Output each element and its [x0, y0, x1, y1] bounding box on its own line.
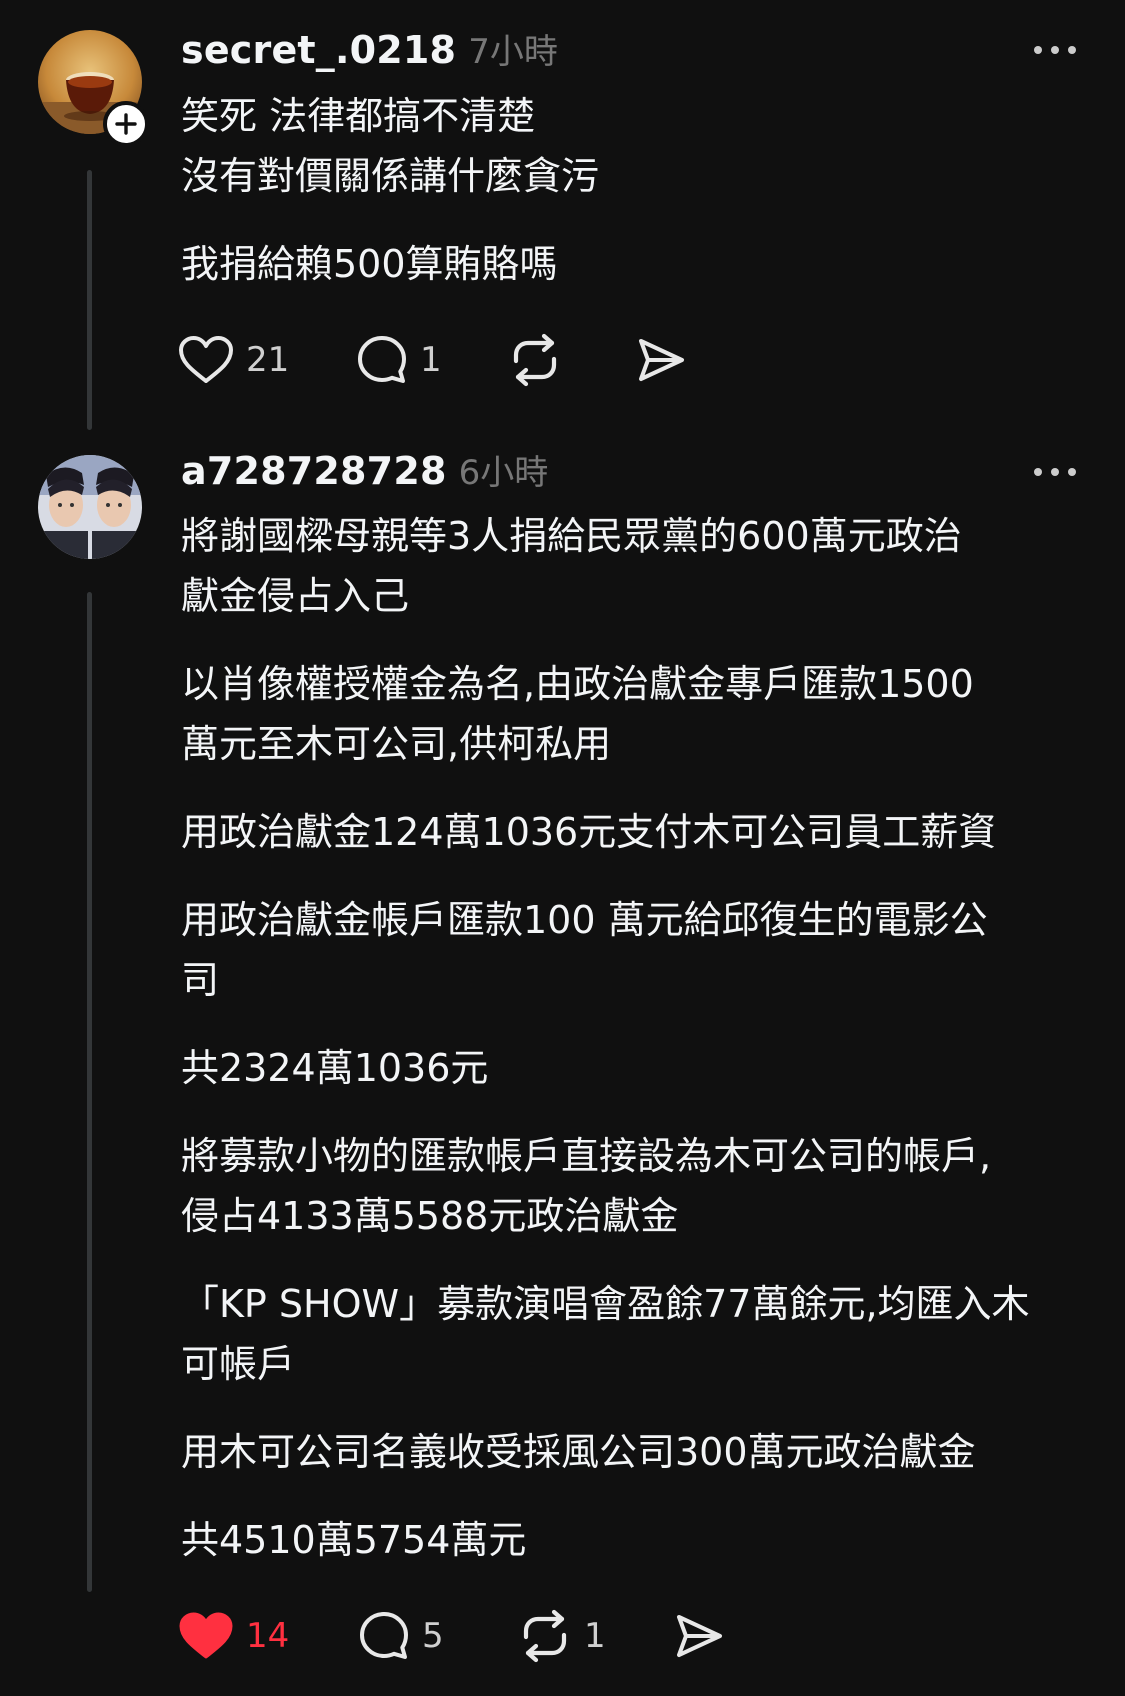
dot — [1068, 46, 1076, 54]
thread-connector-line — [87, 170, 92, 430]
plus-icon — [115, 113, 137, 135]
reply-button[interactable]: 5 — [358, 1606, 444, 1666]
post-body: 笑死 法律都搞不清楚 沒有對價關係講什麼貪污 我捐給賴500算賄賂嗎 — [181, 86, 1081, 294]
share-button[interactable] — [636, 330, 686, 390]
share-button[interactable] — [674, 1606, 724, 1666]
thread-connector-line — [87, 592, 92, 1592]
repost-icon — [513, 333, 557, 387]
dot — [1051, 46, 1059, 54]
like-button[interactable]: 14 — [178, 1606, 289, 1666]
comment-icon — [360, 1612, 408, 1659]
dot — [1034, 46, 1042, 54]
post-paragraph: 用政治獻金帳戶匯款100 萬元給邱復生的電影公 司 — [181, 898, 988, 1002]
like-count: 21 — [246, 340, 290, 380]
thread-post: secret_.0218 7小時 笑死 法律都搞不清楚 沒有對價關係講什麼貪污 … — [0, 0, 1125, 440]
timestamp: 7小時 — [468, 32, 558, 72]
comment-icon — [358, 336, 406, 383]
post-paragraph: 用木可公司名義收受採風公司300萬元政治獻金 — [181, 1430, 976, 1474]
post-paragraph: 將謝國樑母親等3人捐給民眾黨的600萬元政治 獻金侵占入己 — [181, 514, 962, 618]
like-count: 14 — [246, 1616, 290, 1656]
more-options-button[interactable] — [1034, 465, 1076, 479]
post-body: 將謝國樑母親等3人捐給民眾黨的600萬元政治 獻金侵占入己 以肖像權授權金為名,… — [181, 506, 1081, 1570]
post-paragraph: 笑死 法律都搞不清楚 沒有對價關係講什麼貪污 — [181, 94, 600, 198]
post-paragraph: 共2324萬1036元 — [181, 1046, 489, 1090]
thread-post: a728728728 6小時 將謝國樑母親等3人捐給民眾黨的600萬元政治 獻金… — [0, 440, 1125, 1696]
dot — [1034, 468, 1042, 476]
repost-count: 1 — [584, 1616, 606, 1656]
repost-icon — [523, 1609, 567, 1663]
repost-button[interactable]: 1 — [518, 1606, 606, 1666]
like-button[interactable]: 21 — [178, 330, 289, 390]
more-options-button[interactable] — [1034, 43, 1076, 57]
timestamp: 6小時 — [458, 453, 549, 493]
avatar[interactable] — [38, 455, 142, 559]
post-paragraph: 共4510萬5754萬元 — [181, 1518, 527, 1562]
heart-filled-icon — [179, 1612, 233, 1659]
post-header: secret_.0218 7小時 — [181, 24, 558, 73]
send-icon — [677, 1615, 722, 1657]
send-icon — [639, 339, 684, 381]
mirrored-portrait-avatar-icon — [38, 455, 142, 559]
username[interactable]: secret_.0218 — [181, 28, 456, 72]
follow-button[interactable] — [103, 101, 149, 147]
reply-button[interactable]: 1 — [356, 330, 442, 390]
reply-count: 1 — [420, 340, 442, 380]
post-paragraph: 以肖像權授權金為名,由政治獻金專戶匯款1500 萬元至木可公司,供柯私用 — [181, 662, 974, 766]
reply-count: 5 — [422, 1616, 444, 1656]
post-header: a728728728 6小時 — [181, 445, 548, 494]
username[interactable]: a728728728 — [181, 449, 447, 493]
post-paragraph: 「KP SHOW」募款演唱會盈餘77萬餘元,均匯入木 可帳戶 — [181, 1282, 1030, 1386]
dot — [1051, 468, 1059, 476]
post-paragraph: 將募款小物的匯款帳戶直接設為木可公司的帳戶, 侵占4133萬5588元政治獻金 — [181, 1134, 992, 1238]
repost-button[interactable] — [508, 330, 562, 390]
post-paragraph: 用政治獻金124萬1036元支付木可公司員工薪資 — [181, 810, 997, 854]
dot — [1068, 468, 1076, 476]
heart-icon — [179, 336, 233, 383]
post-paragraph: 我捐給賴500算賄賂嗎 — [181, 242, 558, 286]
